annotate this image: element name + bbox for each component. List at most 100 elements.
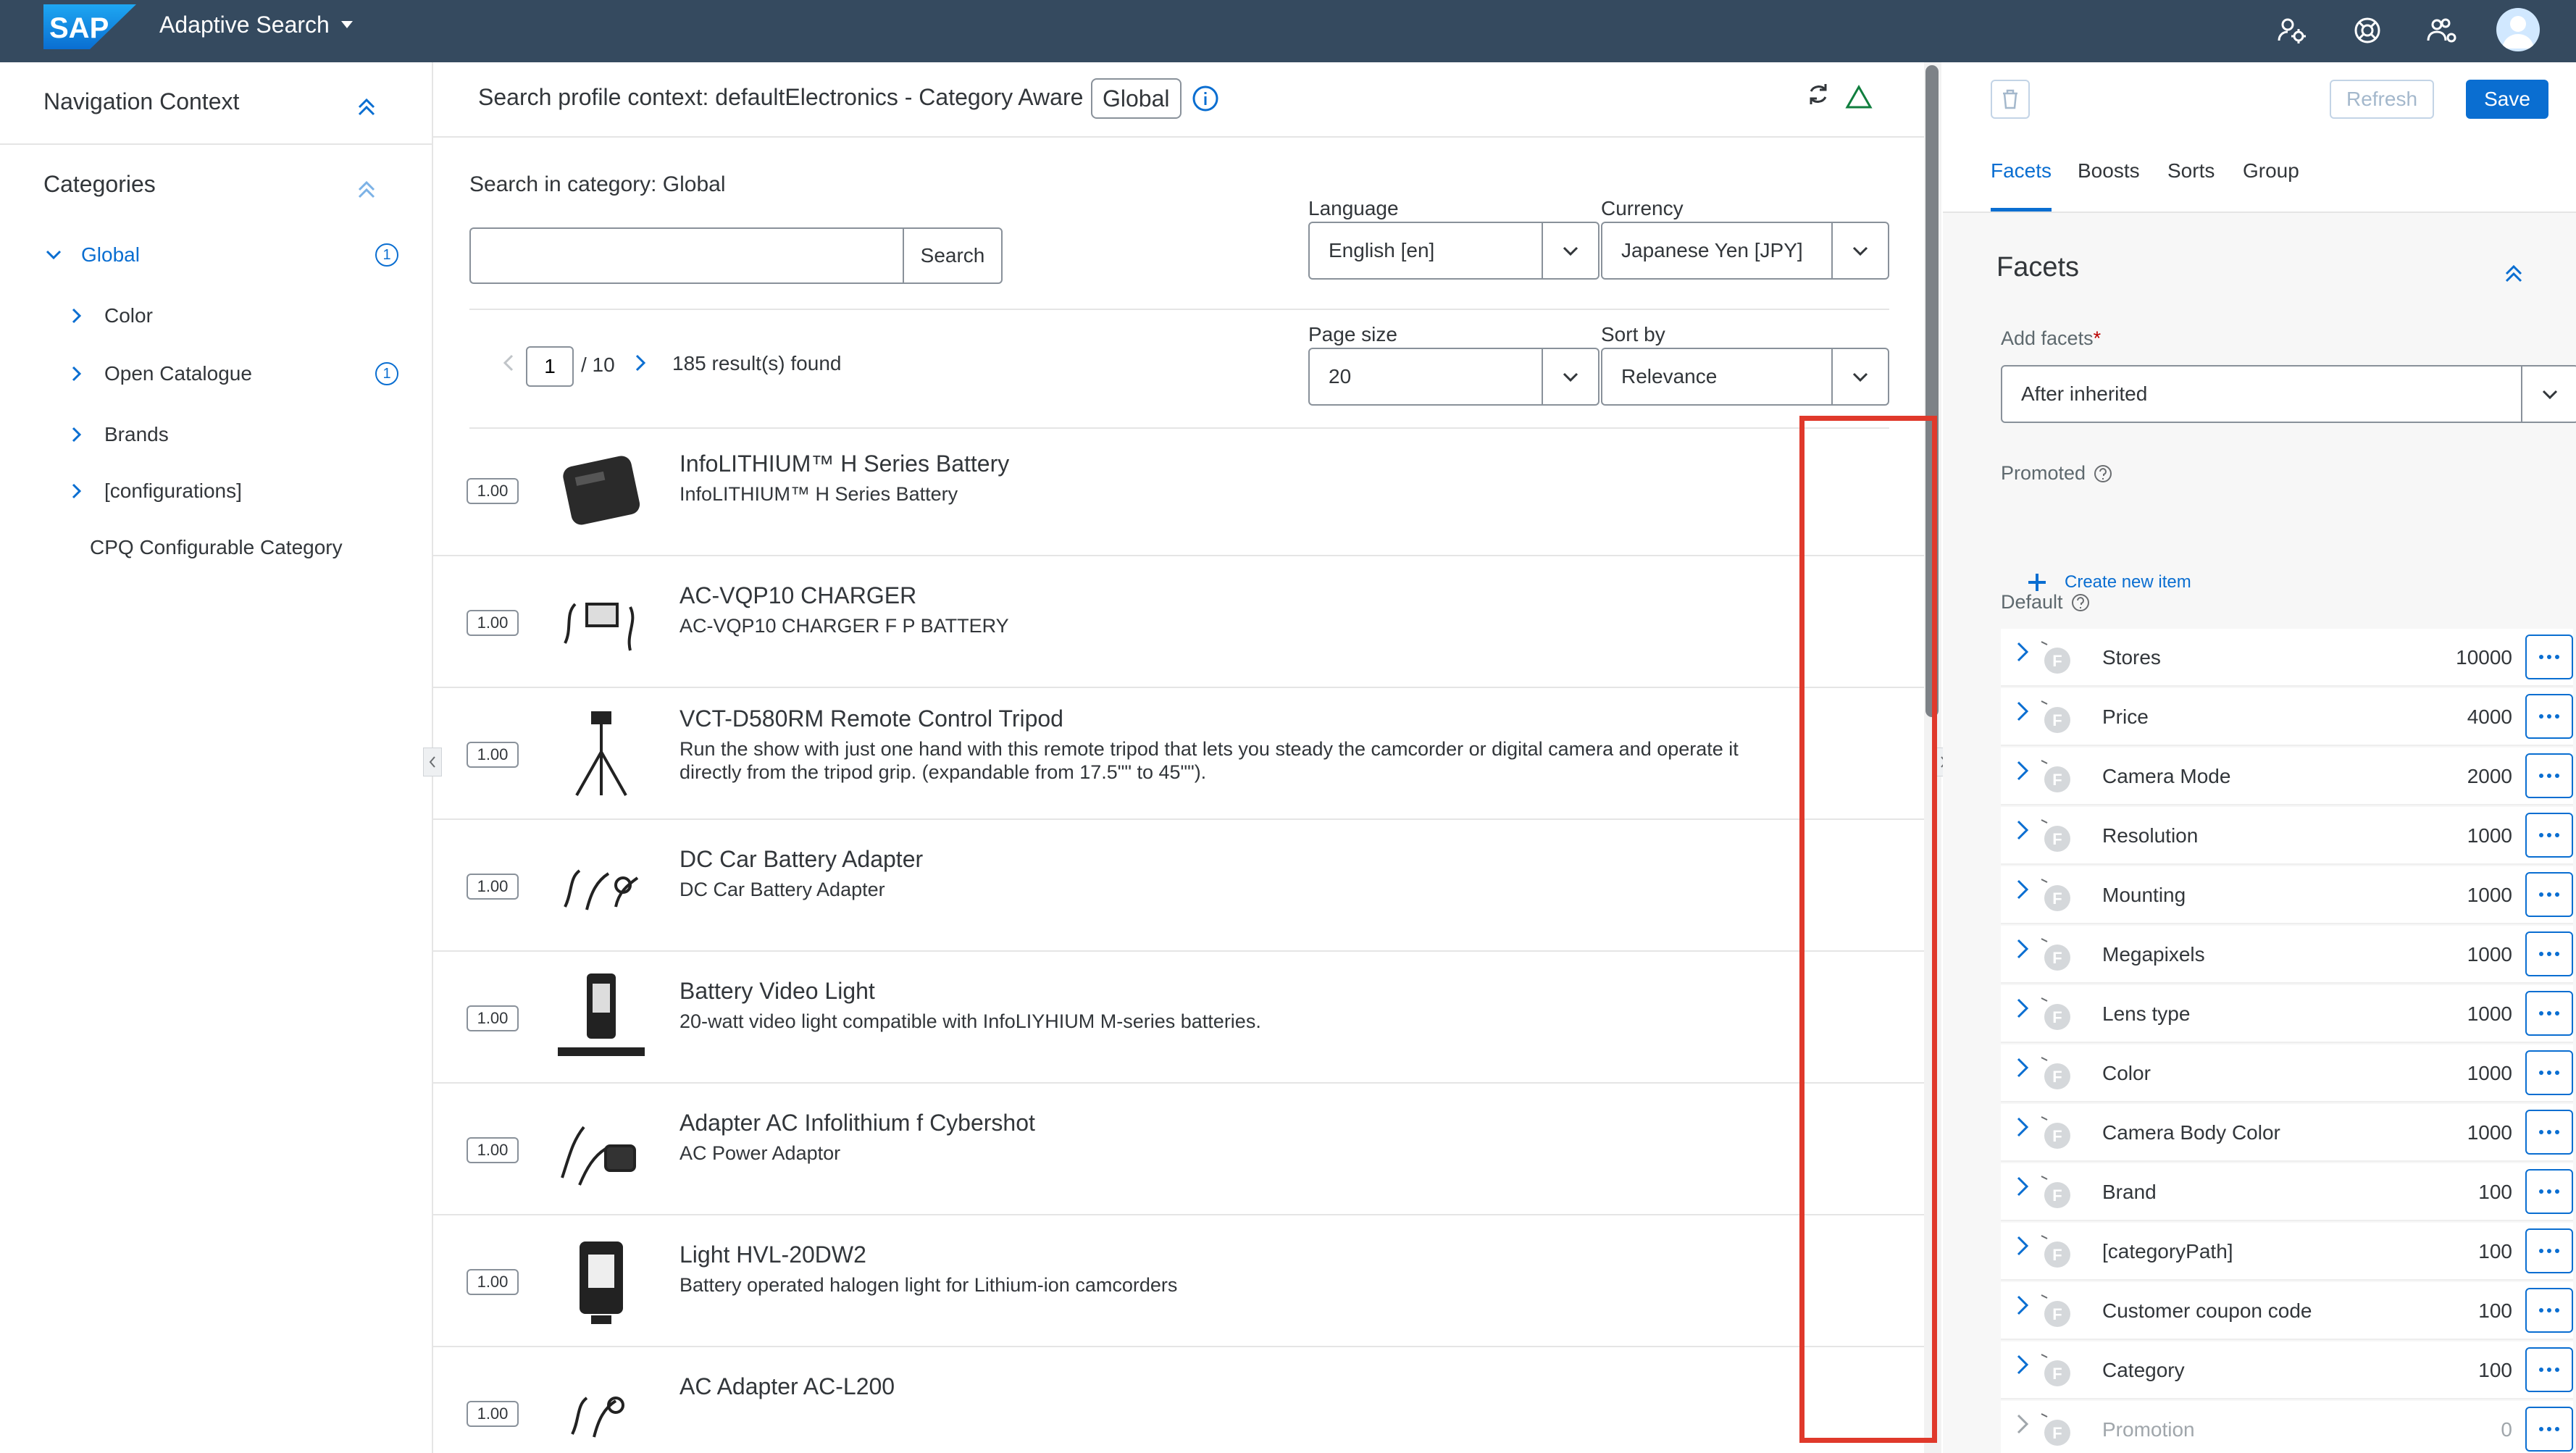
refresh-button[interactable]: Refresh — [2330, 80, 2434, 119]
chevron-right-icon[interactable] — [2012, 876, 2034, 903]
previous-page-icon[interactable] — [498, 352, 520, 374]
result-title[interactable]: Battery Video Light — [679, 978, 875, 1005]
warning-triangle-icon[interactable] — [1844, 83, 1873, 112]
chevron-down-icon[interactable] — [43, 245, 64, 265]
more-options-button[interactable] — [2525, 991, 2573, 1036]
result-row[interactable]: 1.00 DC Car Battery Adapter DC Car Batte… — [433, 820, 1925, 952]
collapse-navigation-icon[interactable] — [352, 91, 381, 120]
result-title[interactable]: VCT-D580RM Remote Control Tripod — [679, 705, 1063, 732]
search-button[interactable]: Search — [903, 227, 1003, 284]
sort-by-select[interactable]: Relevance — [1601, 348, 1889, 406]
dropdown-arrow[interactable] — [1542, 223, 1598, 278]
more-options-button[interactable] — [2525, 872, 2573, 917]
facet-row[interactable]: F [categoryPath] 100 — [2001, 1223, 2573, 1281]
chevron-right-icon[interactable] — [2012, 1352, 2034, 1378]
result-row[interactable]: 1.00 Battery Video Light 20-watt video l… — [433, 952, 1925, 1084]
chevron-right-icon[interactable] — [2012, 1411, 2034, 1437]
result-row[interactable]: 1.00 AC Adapter AC-L200 — [433, 1347, 1925, 1453]
more-options-button[interactable] — [2525, 1110, 2573, 1155]
dropdown-arrow[interactable] — [2521, 367, 2576, 422]
result-row[interactable]: 1.00 VCT-D580RM Remote Control Tripod Ru… — [433, 688, 1925, 820]
tab-boosts[interactable]: Boosts — [2078, 159, 2140, 212]
chevron-right-icon[interactable] — [2012, 1292, 2034, 1318]
facet-row[interactable]: F Customer coupon code 100 — [2001, 1282, 2573, 1340]
result-title[interactable]: Light HVL-20DW2 — [679, 1241, 866, 1268]
more-options-button[interactable] — [2525, 1407, 2573, 1452]
chevron-right-icon[interactable] — [2012, 1233, 2034, 1259]
help-icon[interactable] — [2070, 592, 2091, 613]
tab-sorts[interactable]: Sorts — [2167, 159, 2215, 212]
collapse-categories-icon[interactable] — [352, 174, 381, 203]
facet-row[interactable]: F Resolution 1000 — [2001, 807, 2573, 865]
chevron-right-icon[interactable] — [67, 306, 87, 326]
chevron-right-icon[interactable] — [67, 481, 87, 501]
tree-item-configurations[interactable]: [configurations] — [67, 469, 420, 513]
chevron-right-icon[interactable] — [2012, 639, 2034, 665]
chevron-right-icon[interactable] — [2012, 936, 2034, 962]
facet-row[interactable]: F Camera Body Color 1000 — [2001, 1104, 2573, 1162]
chevron-right-icon[interactable] — [2012, 817, 2034, 843]
facet-row[interactable]: F Brand 100 — [2001, 1163, 2573, 1221]
delete-button[interactable] — [1991, 80, 2030, 119]
tree-item-color[interactable]: Color — [67, 294, 420, 338]
create-new-item-link[interactable]: Create new item — [2027, 572, 2191, 592]
result-title[interactable]: DC Car Battery Adapter — [679, 846, 923, 873]
tree-item-global[interactable]: Global 1 — [43, 233, 420, 277]
tab-group[interactable]: Group — [2243, 159, 2299, 212]
result-title[interactable]: AC Adapter AC-L200 — [679, 1373, 895, 1400]
more-options-button[interactable] — [2525, 813, 2573, 858]
collapse-left-panel-handle[interactable] — [423, 748, 442, 776]
chevron-right-icon[interactable] — [67, 364, 87, 384]
facet-row[interactable]: F Stores 10000 — [2001, 629, 2573, 687]
result-title[interactable]: AC-VQP10 CHARGER — [679, 582, 916, 609]
page-number-input[interactable] — [526, 346, 574, 387]
facet-row[interactable]: F Lens type 1000 — [2001, 985, 2573, 1043]
facet-row[interactable]: F Promotion 0 — [2001, 1401, 2573, 1453]
chevron-right-icon[interactable] — [2012, 1055, 2034, 1081]
context-chip-global[interactable]: Global — [1091, 78, 1182, 119]
user-settings-icon[interactable] — [2275, 13, 2309, 48]
facet-row[interactable]: F Camera Mode 2000 — [2001, 748, 2573, 805]
tab-facets[interactable]: Facets — [1991, 159, 2052, 212]
chevron-right-icon[interactable] — [2012, 1114, 2034, 1140]
facet-row[interactable]: F Category 100 — [2001, 1341, 2573, 1399]
chevron-right-icon[interactable] — [2012, 698, 2034, 724]
search-input[interactable] — [469, 227, 904, 284]
result-row[interactable]: 1.00 InfoLITHIUM™ H Series Battery InfoL… — [433, 424, 1925, 556]
tree-item-cpq-configurable-category[interactable]: CPQ Configurable Category — [90, 526, 420, 569]
chevron-right-icon[interactable] — [2012, 995, 2034, 1021]
currency-select[interactable]: Japanese Yen [JPY] — [1601, 222, 1889, 280]
next-page-icon[interactable] — [629, 352, 651, 374]
more-options-button[interactable] — [2525, 694, 2573, 739]
tree-item-open-catalogue[interactable]: Open Catalogue 1 — [67, 352, 420, 395]
facet-row[interactable]: F Mounting 1000 — [2001, 866, 2573, 924]
result-title[interactable]: Adapter AC Infolithium f Cybershot — [679, 1110, 1035, 1136]
chevron-right-icon[interactable] — [67, 424, 87, 445]
collapse-facets-icon[interactable] — [2499, 258, 2528, 287]
dropdown-arrow[interactable] — [1831, 349, 1888, 404]
more-options-button[interactable] — [2525, 753, 2573, 798]
more-options-button[interactable] — [2525, 931, 2573, 976]
more-options-button[interactable] — [2525, 635, 2573, 679]
user-avatar[interactable] — [2496, 8, 2540, 51]
save-button[interactable]: Save — [2466, 80, 2548, 119]
dropdown-arrow[interactable] — [1831, 223, 1888, 278]
result-title[interactable]: InfoLITHIUM™ H Series Battery — [679, 451, 1009, 477]
more-options-button[interactable] — [2525, 1347, 2573, 1392]
more-options-button[interactable] — [2525, 1288, 2573, 1333]
language-select[interactable]: English [en] — [1308, 222, 1599, 280]
add-facets-select[interactable]: After inherited — [2001, 365, 2576, 423]
result-row[interactable]: 1.00 Light HVL-20DW2 Battery operated ha… — [433, 1215, 1925, 1347]
refresh-icon[interactable] — [1804, 80, 1833, 109]
tree-item-brands[interactable]: Brands — [67, 413, 420, 456]
chevron-right-icon[interactable] — [2012, 758, 2034, 784]
info-icon[interactable] — [1191, 84, 1220, 113]
app-title-menu[interactable]: Adaptive Search — [159, 9, 354, 41]
help-icon[interactable] — [2093, 464, 2113, 484]
more-options-button[interactable] — [2525, 1228, 2573, 1273]
more-options-button[interactable] — [2525, 1169, 2573, 1214]
facet-row[interactable]: F Color 1000 — [2001, 1044, 2573, 1102]
result-row[interactable]: 1.00 AC-VQP10 CHARGER AC-VQP10 CHARGER F… — [433, 556, 1925, 688]
dropdown-arrow[interactable] — [1542, 349, 1598, 404]
user-group-settings-icon[interactable] — [2425, 13, 2460, 48]
